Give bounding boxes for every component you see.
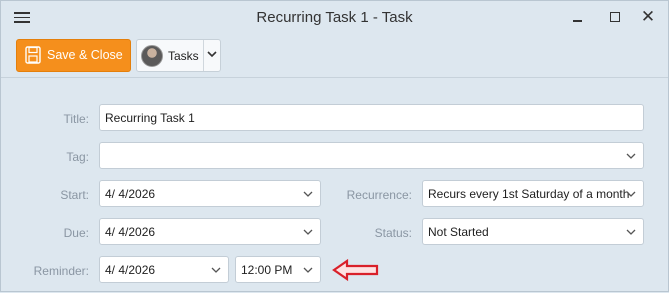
divider — [203, 40, 204, 71]
reminder-date-picker[interactable]: 4/ 4/2026 — [99, 256, 229, 283]
chevron-down-icon — [211, 267, 221, 273]
task-window: Recurring Task 1 - Task ✕ Save & Close T… — [0, 0, 669, 292]
status-value: Not Started — [428, 225, 489, 239]
reminder-label: Reminder: — [33, 264, 89, 278]
save-close-button[interactable]: Save & Close — [16, 39, 131, 72]
chevron-down-icon — [303, 267, 313, 273]
chevron-down-icon — [626, 153, 636, 159]
title-input[interactable]: Recurring Task 1 — [99, 104, 644, 131]
status-label: Status: — [374, 226, 412, 240]
reminder-time-picker[interactable]: 12:00 PM — [235, 256, 321, 283]
title-label: Title: — [63, 112, 89, 126]
toolbar: Save & Close Tasks — [1, 35, 668, 78]
chevron-down-icon — [303, 191, 313, 197]
close-icon[interactable]: ✕ — [639, 8, 657, 26]
title-value: Recurring Task 1 — [105, 111, 195, 125]
status-select[interactable]: Not Started — [422, 218, 644, 245]
recurrence-label: Recurrence: — [346, 188, 412, 202]
recurrence-select[interactable]: Recurs every 1st Saturday of a month — [422, 180, 644, 207]
chevron-down-icon — [303, 229, 313, 235]
red-arrow-annotation — [332, 258, 379, 282]
recurrence-value: Recurs every 1st Saturday of a month — [428, 187, 630, 201]
window-title: Recurring Task 1 - Task — [256, 9, 413, 26]
chevron-down-icon — [626, 229, 636, 235]
due-date-picker[interactable]: 4/ 4/2026 — [99, 218, 321, 245]
minimize-icon[interactable] — [569, 8, 587, 26]
chevron-down-icon — [626, 191, 636, 197]
tag-label: Tag: — [66, 150, 89, 164]
title-bar: Recurring Task 1 - Task ✕ — [1, 1, 668, 35]
avatar — [141, 45, 163, 67]
due-date-value: 4/ 4/2026 — [105, 225, 156, 239]
tasks-folder-label: Tasks — [168, 49, 199, 63]
due-label: Due: — [63, 226, 89, 240]
tasks-folder-button[interactable]: Tasks — [136, 39, 221, 72]
save-icon — [25, 46, 41, 64]
reminder-date-value: 4/ 4/2026 — [105, 263, 156, 277]
chevron-down-icon[interactable] — [206, 48, 218, 60]
tag-select[interactable] — [99, 142, 644, 169]
start-date-value: 4/ 4/2026 — [105, 187, 156, 201]
maximize-icon[interactable] — [606, 8, 624, 26]
save-close-label: Save & Close — [47, 48, 123, 62]
reminder-time-value: 12:00 PM — [241, 263, 293, 277]
start-date-picker[interactable]: 4/ 4/2026 — [99, 180, 321, 207]
start-label: Start: — [60, 188, 89, 202]
